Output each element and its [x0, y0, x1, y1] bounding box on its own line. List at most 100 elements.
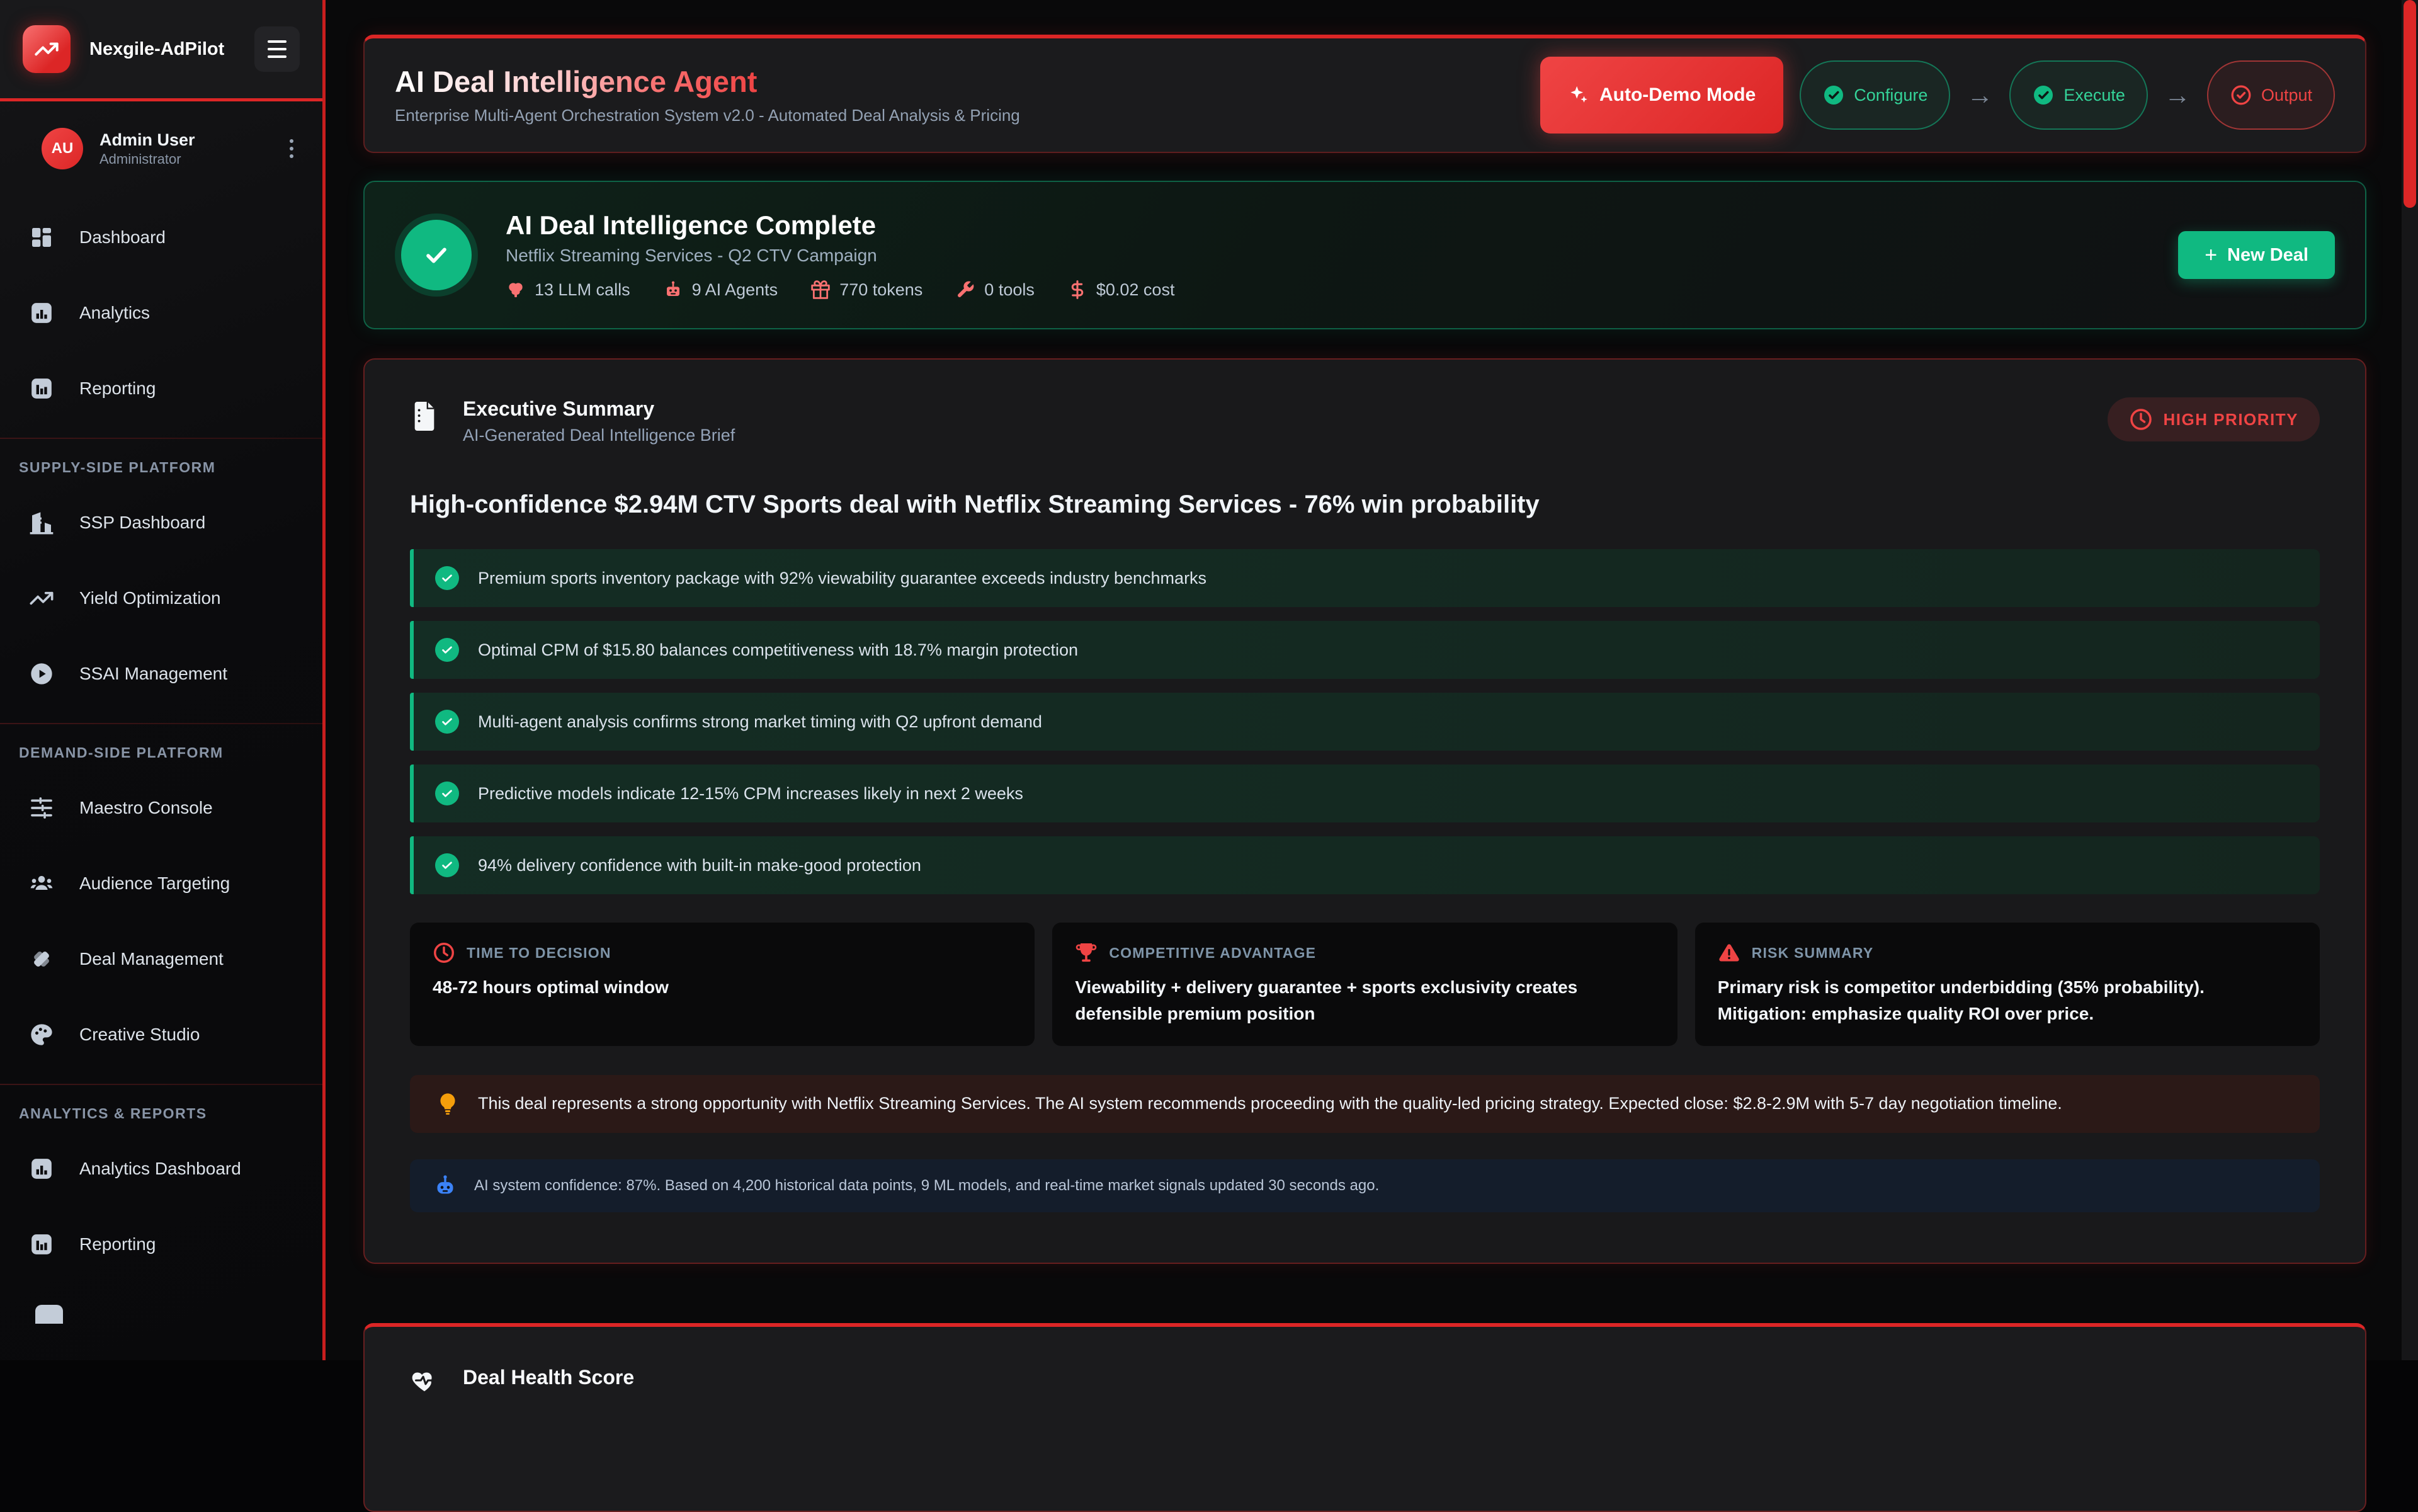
sidebar-item-audience-targeting[interactable]: Audience Targeting — [0, 846, 322, 921]
sidebar-item-label: Analytics Dashboard — [79, 1159, 241, 1179]
sidebar-item-maestro-console[interactable]: Maestro Console — [0, 770, 322, 846]
page-header-card: AI Deal Intelligence Agent Enterprise Mu… — [363, 35, 2366, 153]
check-circle-icon — [435, 710, 459, 734]
app-logo — [23, 25, 71, 73]
sidebar-item-reporting-2[interactable]: Reporting — [0, 1207, 322, 1282]
key-point-item: Optimal CPM of $15.80 balances competiti… — [410, 621, 2320, 679]
stat-label: 9 AI Agents — [692, 280, 778, 300]
sidebar-item-label: SSP Dashboard — [79, 513, 205, 533]
page-subtitle: Enterprise Multi-Agent Orchestration Sys… — [395, 106, 1020, 125]
scrollbar-thumb[interactable] — [2404, 0, 2416, 208]
step-output[interactable]: Output — [2207, 60, 2335, 130]
menu-toggle-button[interactable] — [254, 26, 300, 72]
alert-triangle-icon — [1718, 941, 1740, 964]
document-icon — [410, 400, 439, 433]
section-header-analytics-reports: ANALYTICS & REPORTS — [0, 1089, 322, 1131]
key-point-text: Multi-agent analysis confirms strong mar… — [478, 712, 1042, 732]
divider — [0, 438, 322, 439]
step-label: Execute — [2063, 86, 2125, 105]
recommendation-text: This deal represents a strong opportunit… — [478, 1092, 2062, 1116]
sidebar-item-label: Yield Optimization — [79, 588, 221, 608]
ai-confidence-note: AI system confidence: 87%. Based on 4,20… — [410, 1159, 2320, 1212]
metric-value: Viewability + delivery guarantee + sport… — [1075, 974, 1654, 1027]
metric-value: Primary risk is competitor underbidding … — [1718, 974, 2297, 1027]
robot-icon — [663, 280, 683, 300]
play-circle-icon — [29, 661, 54, 686]
key-point-item: 94% delivery confidence with built-in ma… — [410, 836, 2320, 894]
deal-headline: High-confidence $2.94M CTV Sports deal w… — [410, 491, 2320, 519]
key-point-item: Multi-agent analysis confirms strong mar… — [410, 693, 2320, 751]
check-circle-icon — [435, 566, 459, 590]
analytics-chart-icon — [29, 300, 54, 326]
sidebar-item-reporting[interactable]: Reporting — [0, 351, 322, 426]
key-point-text: Premium sports inventory package with 92… — [478, 569, 1206, 588]
check-circle-icon — [435, 853, 459, 877]
check-circle-icon — [1822, 84, 1845, 106]
metric-label: TIME TO DECISION — [467, 945, 611, 962]
sparkles-icon — [1568, 84, 1589, 106]
sidebar-item-analytics-dashboard[interactable]: Analytics Dashboard — [0, 1131, 322, 1207]
recommendation-banner: This deal represents a strong opportunit… — [410, 1075, 2320, 1133]
sidebar-item-deal-management[interactable]: Deal Management — [0, 921, 322, 997]
sidebar-item-yield-optimization[interactable]: Yield Optimization — [0, 560, 322, 636]
sidebar-header: Nexgile-AdPilot — [0, 0, 322, 101]
sidebar-item-dashboard[interactable]: Dashboard — [0, 200, 322, 275]
completion-subtitle: Netflix Streaming Services - Q2 CTV Camp… — [506, 246, 1174, 266]
trending-up-icon — [34, 37, 59, 62]
stat-cost: $0.02 cost — [1067, 280, 1175, 300]
priority-label: HIGH PRIORITY — [2163, 410, 2298, 429]
step-label: Output — [2261, 86, 2312, 105]
reporting-chart-icon — [29, 1232, 54, 1257]
sidebar-item-creative-studio[interactable]: Creative Studio — [0, 997, 322, 1072]
more-vertical-icon[interactable] — [283, 133, 300, 164]
sidebar-item-ssp-dashboard[interactable]: SSP Dashboard — [0, 485, 322, 560]
arrow-right-icon: → — [2164, 80, 2191, 110]
check-circle-icon — [435, 782, 459, 805]
sidebar-nav: Dashboard Analytics Reporting SUPPLY-SID… — [0, 192, 322, 1324]
run-stats: 13 LLM calls 9 AI Agents 770 tokens 0 to… — [506, 280, 1174, 300]
wrench-icon — [955, 280, 975, 300]
user-profile[interactable]: AU Admin User Administrator — [0, 101, 322, 192]
sidebar-item-label: Dashboard — [79, 227, 166, 247]
check-circle-icon — [435, 638, 459, 662]
completion-banner: AI Deal Intelligence Complete Netflix St… — [363, 181, 2366, 329]
summary-metrics: TIME TO DECISION 48-72 hours optimal win… — [410, 923, 2320, 1046]
robot-icon — [433, 1173, 458, 1198]
divider — [0, 723, 322, 724]
stat-label: 0 tools — [984, 280, 1035, 300]
main-content: AI Deal Intelligence Agent Enterprise Mu… — [326, 0, 2402, 1360]
key-point-item: Premium sports inventory package with 92… — [410, 549, 2320, 607]
sidebar-item-label: SSAI Management — [79, 664, 227, 684]
section-header-dsp: DEMAND-SIDE PLATFORM — [0, 728, 322, 770]
new-deal-button[interactable]: + New Deal — [2178, 231, 2335, 279]
key-points-list: Premium sports inventory package with 92… — [410, 549, 2320, 894]
step-configure[interactable]: Configure — [1800, 60, 1950, 130]
user-role: Administrator — [99, 151, 195, 168]
clock-icon — [433, 941, 455, 964]
analytics-chart-icon — [29, 1156, 54, 1181]
metric-competitive-advantage: COMPETITIVE ADVANTAGE Viewability + deli… — [1052, 923, 1677, 1046]
metric-label: RISK SUMMARY — [1752, 945, 1874, 962]
deal-health-card: Deal Health Score — [363, 1323, 2366, 1512]
sidebar-item-analytics[interactable]: Analytics — [0, 275, 322, 351]
sidebar: Nexgile-AdPilot AU Admin User Administra… — [0, 0, 326, 1360]
sidebar-item-label: Creative Studio — [79, 1025, 200, 1045]
partially-visible-nav-icon — [35, 1305, 63, 1324]
metric-time-to-decision: TIME TO DECISION 48-72 hours optimal win… — [410, 923, 1035, 1046]
brain-icon — [506, 280, 526, 300]
metric-value: 48-72 hours optimal window — [433, 974, 1012, 1001]
sidebar-item-label: Maestro Console — [79, 798, 213, 818]
key-point-item: Predictive models indicate 12-15% CPM in… — [410, 765, 2320, 822]
stat-label: 13 LLM calls — [535, 280, 630, 300]
summary-title: Executive Summary — [463, 397, 735, 421]
ai-confidence-text: AI system confidence: 87%. Based on 4,20… — [474, 1177, 1379, 1195]
scrollbar-track[interactable] — [2402, 0, 2418, 1360]
summary-subtitle: AI-Generated Deal Intelligence Brief — [463, 426, 735, 445]
sidebar-item-ssai-management[interactable]: SSAI Management — [0, 636, 322, 712]
auto-demo-mode-button[interactable]: Auto-Demo Mode — [1540, 57, 1783, 134]
deal-health-title: Deal Health Score — [463, 1366, 634, 1389]
step-execute[interactable]: Execute — [2009, 60, 2148, 130]
clock-icon — [2129, 407, 2153, 431]
sidebar-item-label: Reporting — [79, 378, 156, 399]
trending-up-icon — [29, 586, 54, 611]
